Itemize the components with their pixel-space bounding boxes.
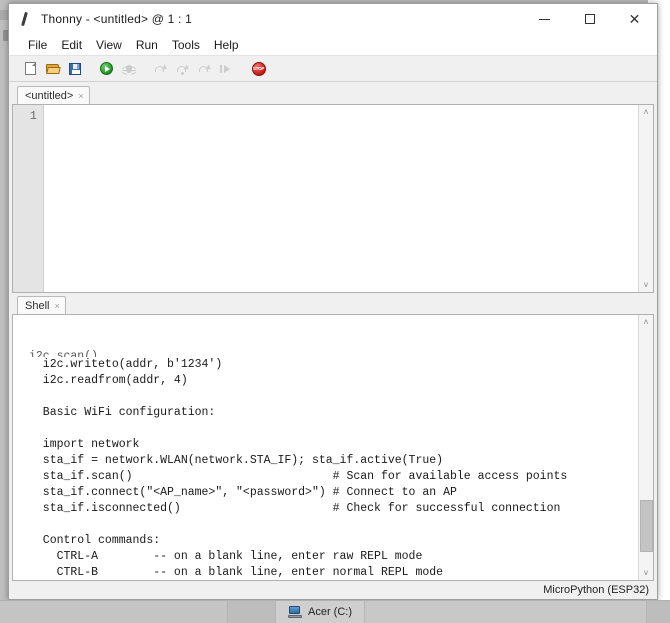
tab-shell[interactable]: Shell × bbox=[17, 296, 66, 314]
resume-icon bbox=[220, 63, 233, 75]
line-number: 1 bbox=[13, 109, 43, 124]
menu-item-view[interactable]: View bbox=[89, 37, 129, 53]
shell-output-text: i2c.writeto(addr, b'1234') i2c.readfrom(… bbox=[29, 358, 567, 580]
interpreter-status[interactable]: MicroPython (ESP32) bbox=[543, 584, 649, 596]
tab-untitled[interactable]: <untitled> × bbox=[17, 86, 90, 104]
run-button[interactable] bbox=[97, 59, 116, 78]
step-over-icon bbox=[154, 63, 167, 75]
taskbar-item-label: Acer (C:) bbox=[308, 606, 352, 618]
debug-button[interactable] bbox=[119, 59, 138, 78]
shell-notebook: Shell × i2c.scan() i2c.writeto(addr, b'1… bbox=[9, 293, 657, 581]
stop-button[interactable]: STOP bbox=[249, 59, 268, 78]
shell-tabstrip: Shell × bbox=[12, 295, 654, 314]
editor-scroll-down-icon[interactable]: ˅ bbox=[639, 278, 654, 292]
thonny-window: Thonny - <untitled> @ 1 : 1 ✕ File Edit … bbox=[8, 3, 658, 600]
resume-button[interactable] bbox=[217, 59, 236, 78]
open-file-button[interactable] bbox=[43, 59, 62, 78]
menu-item-tools[interactable]: Tools bbox=[165, 37, 207, 53]
shell-scroll-thumb[interactable] bbox=[640, 500, 653, 552]
menu-bar: File Edit View Run Tools Help bbox=[9, 34, 657, 55]
menu-item-help[interactable]: Help bbox=[207, 37, 246, 53]
window-title: Thonny - <untitled> @ 1 : 1 bbox=[41, 12, 192, 26]
taskbar-slot-spacer bbox=[228, 601, 276, 623]
open-folder-icon bbox=[46, 63, 60, 74]
menu-item-file[interactable]: File bbox=[21, 37, 54, 53]
editor-scroll-up-icon[interactable]: ˄ bbox=[639, 105, 654, 119]
taskbar: Acer (C:) bbox=[0, 600, 670, 622]
editor-text-area[interactable] bbox=[44, 105, 638, 292]
shell-scroll-up-icon[interactable]: ˄ bbox=[639, 315, 654, 329]
minimize-button[interactable] bbox=[522, 4, 567, 34]
new-file-button[interactable] bbox=[21, 59, 40, 78]
editor-scroll-track[interactable] bbox=[639, 119, 654, 278]
editor-vertical-scrollbar[interactable]: ˄ ˅ bbox=[638, 105, 653, 292]
editor-line-number-gutter: 1 bbox=[13, 105, 44, 292]
shell-clipped-line: i2c.scan() bbox=[29, 349, 638, 357]
menu-item-edit[interactable]: Edit bbox=[54, 37, 89, 53]
tab-untitled-close-icon[interactable]: × bbox=[78, 91, 83, 101]
shell-panel: i2c.scan() i2c.writeto(addr, b'1234') i2… bbox=[12, 314, 654, 581]
close-icon: ✕ bbox=[629, 12, 641, 26]
title-bar[interactable]: Thonny - <untitled> @ 1 : 1 ✕ bbox=[9, 4, 657, 34]
run-icon bbox=[100, 62, 113, 75]
shell-scroll-track[interactable] bbox=[639, 329, 654, 566]
menu-item-run[interactable]: Run bbox=[129, 37, 165, 53]
computer-drive-icon bbox=[288, 606, 302, 618]
taskbar-slot-left bbox=[0, 601, 228, 623]
editor-panel: 1 ˄ ˅ bbox=[12, 104, 654, 293]
debug-bug-icon bbox=[123, 63, 135, 75]
tab-untitled-label: <untitled> bbox=[25, 90, 73, 102]
maximize-button[interactable] bbox=[567, 4, 612, 34]
desktop-background: N E e Thonny - <untitled> @ 1 : 1 ✕ bbox=[0, 0, 670, 622]
save-floppy-icon bbox=[69, 63, 81, 75]
quill-icon bbox=[17, 11, 33, 27]
taskbar-empty-area bbox=[365, 601, 646, 623]
maximize-icon bbox=[585, 14, 595, 24]
step-into-button[interactable] bbox=[173, 59, 192, 78]
taskbar-item-acer-c[interactable]: Acer (C:) bbox=[276, 601, 365, 623]
minimize-icon bbox=[539, 19, 550, 20]
shell-scroll-down-icon[interactable]: ˅ bbox=[639, 566, 654, 580]
shell-vertical-scrollbar[interactable]: ˄ ˅ bbox=[638, 315, 653, 580]
new-file-icon bbox=[25, 62, 36, 75]
step-over-button[interactable] bbox=[151, 59, 170, 78]
taskbar-tray-area[interactable] bbox=[646, 601, 670, 623]
editor-notebook: <untitled> × 1 ˄ ˅ bbox=[9, 82, 657, 293]
shell-output-area[interactable]: i2c.scan() i2c.writeto(addr, b'1234') i2… bbox=[13, 315, 638, 580]
window-controls: ✕ bbox=[522, 4, 657, 34]
save-file-button[interactable] bbox=[65, 59, 84, 78]
step-out-icon bbox=[198, 63, 211, 75]
stop-icon: STOP bbox=[252, 62, 266, 76]
step-into-icon bbox=[176, 63, 189, 75]
step-out-button[interactable] bbox=[195, 59, 214, 78]
status-bar: MicroPython (ESP32) bbox=[9, 581, 657, 599]
toolbar: STOP bbox=[9, 55, 657, 82]
editor-tabstrip: <untitled> × bbox=[12, 85, 654, 104]
close-button[interactable]: ✕ bbox=[612, 4, 657, 34]
tab-shell-close-icon[interactable]: × bbox=[54, 301, 59, 311]
tab-shell-label: Shell bbox=[25, 300, 49, 312]
